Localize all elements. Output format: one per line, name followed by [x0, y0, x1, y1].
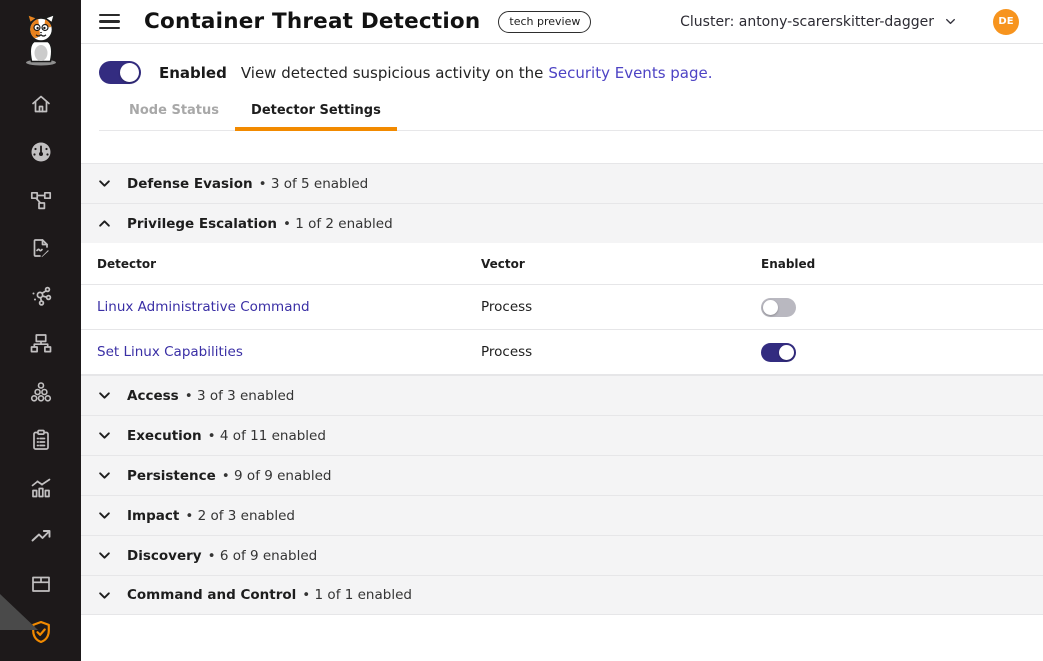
section-summary: • 6 of 9 enabled — [208, 548, 318, 564]
accordion-section-defense-evasion[interactable]: Defense Evasion • 3 of 5 enabled — [81, 163, 1043, 203]
section-name: Privilege Escalation — [127, 216, 277, 232]
sidebar-item-hierarchy[interactable] — [0, 320, 81, 368]
section-summary: • 4 of 11 enabled — [208, 428, 326, 444]
accordion-section-access[interactable]: Access • 3 of 3 enabled — [81, 375, 1043, 415]
detector-link-linux-administrative-command[interactable]: Linux Administrative Command — [97, 299, 481, 315]
section-name: Persistence — [127, 468, 216, 484]
clipboard-icon — [29, 428, 53, 452]
shield-check-icon — [28, 619, 54, 645]
section-name: Defense Evasion — [127, 176, 253, 192]
sidebar-item-registries[interactable] — [0, 560, 81, 608]
chevron-down-icon — [97, 548, 112, 563]
sidebar-item-home[interactable] — [0, 80, 81, 128]
detector-link-set-linux-capabilities[interactable]: Set Linux Capabilities — [97, 344, 481, 360]
main-content: Container Threat Detection tech preview … — [81, 0, 1043, 661]
top-header: Container Threat Detection tech preview … — [81, 0, 1043, 44]
bar-chart-icon — [29, 476, 53, 500]
avatar[interactable]: DE — [993, 9, 1019, 35]
box-icon — [29, 572, 53, 596]
report-edit-icon — [29, 236, 53, 260]
sidebar-item-trends[interactable] — [0, 512, 81, 560]
detector-toggle-set-linux-capabilities[interactable] — [761, 343, 796, 362]
detector-table-header: Detector Vector Enabled — [81, 243, 1043, 285]
app-logo — [0, 0, 81, 80]
enabled-label: Enabled — [159, 64, 227, 82]
graph-icon — [29, 284, 53, 308]
sidebar-nav — [0, 80, 81, 656]
detection-controls: Enabled View detected suspicious activit… — [81, 44, 1043, 131]
tech-preview-badge: tech preview — [498, 11, 591, 33]
accordion-section-persistence[interactable]: Persistence • 9 of 9 enabled — [81, 455, 1043, 495]
accordion-section-privilege-escalation[interactable]: Privilege Escalation • 1 of 2 enabled — [81, 203, 1043, 243]
chevron-down-icon — [97, 468, 112, 483]
vector-value: Process — [481, 344, 761, 360]
trend-icon — [29, 524, 53, 548]
section-name: Impact — [127, 508, 179, 524]
sitemap-icon — [29, 332, 53, 356]
tab-detector-settings[interactable]: Detector Settings — [235, 103, 397, 131]
gauge-icon — [29, 140, 53, 164]
accordion-section-execution[interactable]: Execution • 4 of 11 enabled — [81, 415, 1043, 455]
page-title: Container Threat Detection — [144, 9, 480, 34]
sidebar-item-dashboard[interactable] — [0, 128, 81, 176]
menu-toggle-icon[interactable] — [99, 10, 120, 33]
section-name: Access — [127, 388, 179, 404]
sidebar-item-graph[interactable] — [0, 272, 81, 320]
accordion-section-impact[interactable]: Impact • 2 of 3 enabled — [81, 495, 1043, 535]
sidebar-item-cluster[interactable] — [0, 368, 81, 416]
cluster-selector[interactable]: Cluster: antony-scarerskitter-dagger — [680, 14, 957, 30]
chevron-up-icon — [97, 216, 112, 231]
section-name: Execution — [127, 428, 202, 444]
detector-table: Detector Vector Enabled Linux Administra… — [81, 243, 1043, 375]
chevron-down-icon — [97, 388, 112, 403]
home-icon — [29, 92, 53, 116]
sidebar-item-analytics[interactable] — [0, 464, 81, 512]
section-summary: • 1 of 2 enabled — [283, 216, 393, 232]
column-vector: Vector — [481, 257, 761, 271]
table-row: Linux Administrative Command Process — [81, 285, 1043, 330]
section-summary: • 3 of 5 enabled — [259, 176, 369, 192]
detection-enabled-toggle[interactable] — [99, 61, 141, 84]
sidebar-item-reports[interactable] — [0, 224, 81, 272]
cluster-icon — [29, 380, 53, 404]
section-summary: • 2 of 3 enabled — [185, 508, 295, 524]
column-enabled: Enabled — [761, 257, 1043, 271]
cat-mascot-logo — [18, 13, 64, 67]
security-events-link[interactable]: Security Events page. — [548, 64, 712, 82]
sidebar-item-topology[interactable] — [0, 176, 81, 224]
sidebar — [0, 0, 81, 661]
accordion-section-discovery[interactable]: Discovery • 6 of 9 enabled — [81, 535, 1043, 575]
vector-value: Process — [481, 299, 761, 315]
section-summary: • 9 of 9 enabled — [222, 468, 332, 484]
chevron-down-icon — [97, 588, 112, 603]
enabled-toggle-row: Enabled View detected suspicious activit… — [99, 61, 1043, 84]
chevron-down-icon — [97, 176, 112, 191]
enabled-description: View detected suspicious activity on the — [241, 64, 544, 82]
column-detector: Detector — [97, 257, 481, 271]
chevron-down-icon — [944, 15, 957, 28]
detector-accordion: Defense Evasion • 3 of 5 enabled Privile… — [81, 163, 1043, 615]
section-summary: • 3 of 3 enabled — [185, 388, 295, 404]
chevron-down-icon — [97, 428, 112, 443]
cluster-selector-label: Cluster: antony-scarerskitter-dagger — [680, 14, 934, 30]
tab-bar: Node Status Detector Settings — [99, 103, 1043, 131]
topology-icon — [29, 188, 53, 212]
tab-node-status[interactable]: Node Status — [113, 103, 235, 130]
sidebar-item-checklist[interactable] — [0, 416, 81, 464]
section-name: Command and Control — [127, 587, 296, 603]
accordion-section-command-and-control[interactable]: Command and Control • 1 of 1 enabled — [81, 575, 1043, 615]
table-row: Set Linux Capabilities Process — [81, 330, 1043, 375]
section-summary: • 1 of 1 enabled — [302, 587, 412, 603]
chevron-down-icon — [97, 508, 112, 523]
section-name: Discovery — [127, 548, 202, 564]
detector-toggle-linux-administrative-command[interactable] — [761, 298, 796, 317]
